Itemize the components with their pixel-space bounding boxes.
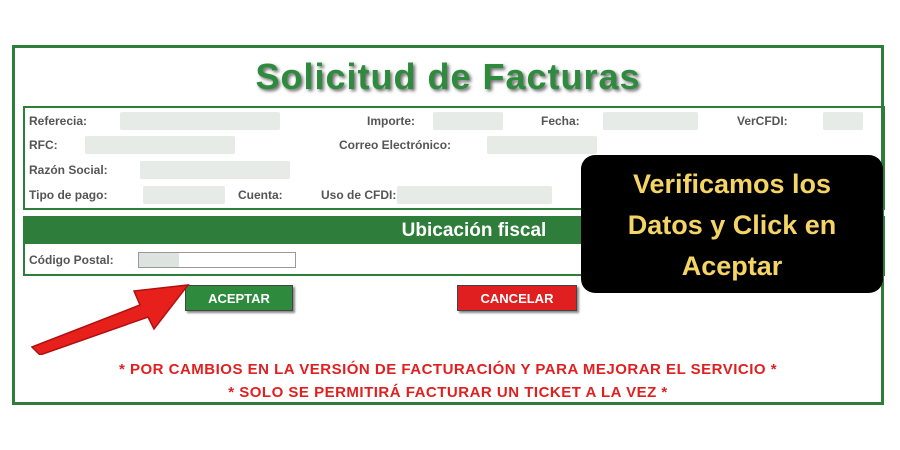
correo-value-redacted — [487, 136, 597, 154]
form-title: Solicitud de Facturas — [255, 56, 641, 97]
rfc-label: RFC: — [29, 138, 58, 152]
importe-value-redacted — [433, 112, 503, 130]
codigo-postal-input[interactable] — [138, 252, 296, 268]
codigo-postal-label: Código Postal: — [29, 253, 114, 267]
razon-social-value-redacted — [140, 161, 290, 179]
codigo-postal-value-redacted — [139, 253, 179, 267]
instruction-callout: Verificamos los Datos y Click en Aceptar — [581, 155, 883, 293]
cancel-button[interactable]: CANCELAR — [457, 285, 577, 311]
fecha-label: Fecha: — [541, 114, 580, 128]
callout-line-3: Aceptar — [681, 251, 783, 281]
fecha-value-redacted — [603, 112, 698, 130]
correo-label: Correo Electrónico: — [339, 138, 452, 152]
tipo-pago-label: Tipo de pago: — [29, 188, 108, 202]
referencia-label: Referecia: — [29, 114, 88, 128]
tipo-pago-value-redacted — [143, 186, 225, 204]
notice-line-2: * SOLO SE PERMITIRÁ FACTURAR UN TICKET A… — [228, 384, 668, 401]
vercfdi-label: VerCFDI: — [737, 114, 788, 128]
notice-line-1: * POR CAMBIOS EN LA VERSIÓN DE FACTURACI… — [118, 361, 778, 378]
uso-cfdi-label: Uso de CFDI: — [321, 188, 397, 202]
vercfdi-value-redacted — [823, 112, 863, 130]
callout-line-2: Datos y Click en — [627, 210, 837, 240]
rfc-value-redacted — [85, 136, 235, 154]
uso-cfdi-value-redacted — [397, 186, 552, 204]
callout-line-1: Verificamos los — [632, 169, 832, 199]
red-arrow-icon — [30, 284, 190, 355]
cuenta-label: Cuenta: — [238, 188, 283, 202]
importe-label: Importe: — [367, 114, 415, 128]
referencia-value-redacted — [120, 112, 280, 130]
razon-social-label: Razón Social: — [29, 163, 108, 177]
